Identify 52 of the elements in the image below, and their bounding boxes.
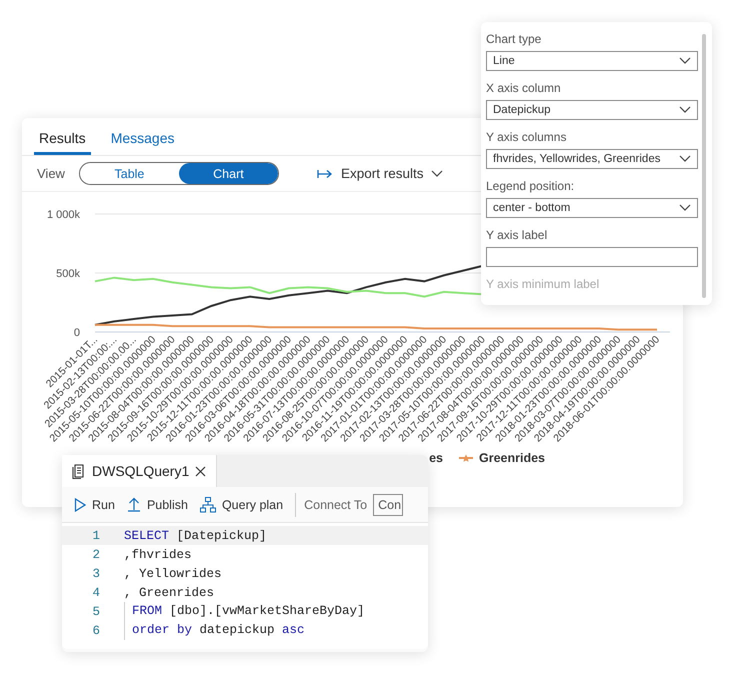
field-label: Y axis columns bbox=[486, 130, 568, 144]
export-arrow-icon bbox=[316, 168, 333, 178]
field-label: Y axis label bbox=[486, 228, 548, 242]
code-line: , Greenrides bbox=[124, 586, 214, 600]
line-number: 5 bbox=[91, 604, 100, 618]
field-label: Y axis minimum label bbox=[486, 277, 600, 291]
chevron-down-icon bbox=[679, 204, 691, 212]
results-tab[interactable]: Results bbox=[34, 126, 91, 155]
text-field[interactable] bbox=[486, 247, 698, 267]
field-label: Chart type bbox=[486, 32, 542, 46]
line-number: 3 bbox=[91, 566, 100, 580]
connection-dropdown[interactable]: Con bbox=[373, 494, 404, 516]
dropdown[interactable]: Line bbox=[486, 51, 698, 71]
code-line: order by datepickup asc bbox=[124, 621, 305, 640]
view-toggle[interactable]: Table Chart bbox=[78, 162, 279, 185]
document-icon bbox=[72, 464, 86, 478]
dropdown[interactable]: fhvrides, Yellowrides, Greenrides bbox=[486, 149, 698, 169]
connect-label: Connect To bbox=[304, 498, 368, 512]
code-line: SELECT [Datepickup] bbox=[124, 528, 267, 542]
hierarchy-icon bbox=[200, 496, 216, 512]
legend-label: es bbox=[429, 451, 443, 465]
chevron-down-icon bbox=[679, 106, 691, 114]
view-label: View bbox=[37, 166, 65, 181]
line-number: 6 bbox=[91, 624, 100, 638]
code-line: ,fhvrides bbox=[124, 548, 192, 562]
y-axis-label: 1 000k bbox=[46, 209, 80, 221]
play-icon bbox=[74, 498, 86, 512]
field-label: Legend position: bbox=[486, 179, 576, 193]
toolbar-button[interactable]: Publish bbox=[126, 497, 188, 512]
toolbar-button[interactable]: Query plan bbox=[200, 496, 284, 512]
field-label: X axis column bbox=[486, 81, 562, 95]
toolbar-button[interactable]: Run bbox=[74, 498, 115, 512]
scrollbar[interactable] bbox=[702, 34, 706, 298]
view-option[interactable]: Chart bbox=[178, 163, 278, 184]
dropdown[interactable]: center - bottom bbox=[486, 198, 698, 218]
legend-label: Greenrides bbox=[478, 451, 545, 465]
code-line: , Yellowrides bbox=[124, 566, 222, 580]
y-axis-label: 500k bbox=[56, 268, 80, 280]
close-icon bbox=[195, 466, 206, 476]
results-tab[interactable]: Messages bbox=[106, 126, 192, 155]
y-axis-label: 0 bbox=[74, 327, 80, 339]
dropdown[interactable]: Datepickup bbox=[486, 100, 698, 120]
export-results-button[interactable]: Export results bbox=[316, 166, 444, 181]
chevron-down-icon bbox=[679, 57, 691, 65]
chevron-down-icon bbox=[679, 155, 691, 163]
code-line: FROM [dbo].[vwMarketShareByDay] bbox=[124, 602, 365, 621]
line-number: 2 bbox=[91, 548, 100, 562]
line-number: 1 bbox=[91, 528, 100, 542]
chevron-down-icon bbox=[431, 170, 444, 178]
upload-icon bbox=[126, 497, 141, 512]
line-number: 4 bbox=[91, 586, 100, 600]
query-tab[interactable]: DWSQLQuery1 bbox=[62, 455, 218, 487]
